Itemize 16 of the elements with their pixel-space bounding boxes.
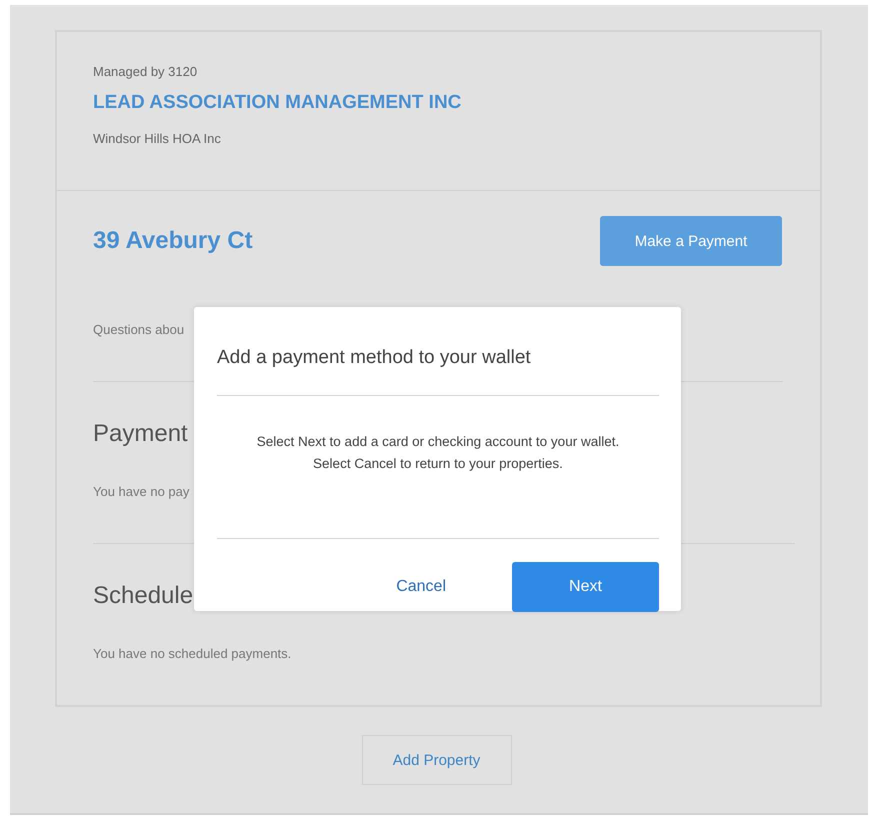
questions-text: Questions abou [93, 322, 186, 337]
add-property-button[interactable]: Add Property [362, 735, 512, 785]
payments-heading: Payment [93, 420, 188, 448]
dialog-message: Select Next to add a card or checking account to your wallet. [256, 433, 620, 451]
property-address: 39 Avebury Ct [93, 227, 253, 255]
dialog-message: Select Cancel to return to your properties. [313, 455, 563, 473]
make-payment-button[interactable]: Make a Payment [600, 216, 782, 266]
dialog-title: Add a payment method to your wallet [217, 347, 532, 369]
company-name: LEAD ASSOCIATION MANAGEMENT INC [93, 92, 462, 114]
managed-by-label: Managed by 3120 [93, 64, 198, 79]
next-button[interactable]: Next [512, 562, 659, 612]
payments-empty-text: You have no pay [93, 484, 190, 499]
scheduled-empty-text: You have no scheduled payments. [93, 646, 292, 661]
cancel-button[interactable]: Cancel [390, 577, 452, 597]
association-name: Windsor Hills HOA Inc [93, 131, 221, 146]
scheduled-heading: Schedule [93, 582, 194, 610]
